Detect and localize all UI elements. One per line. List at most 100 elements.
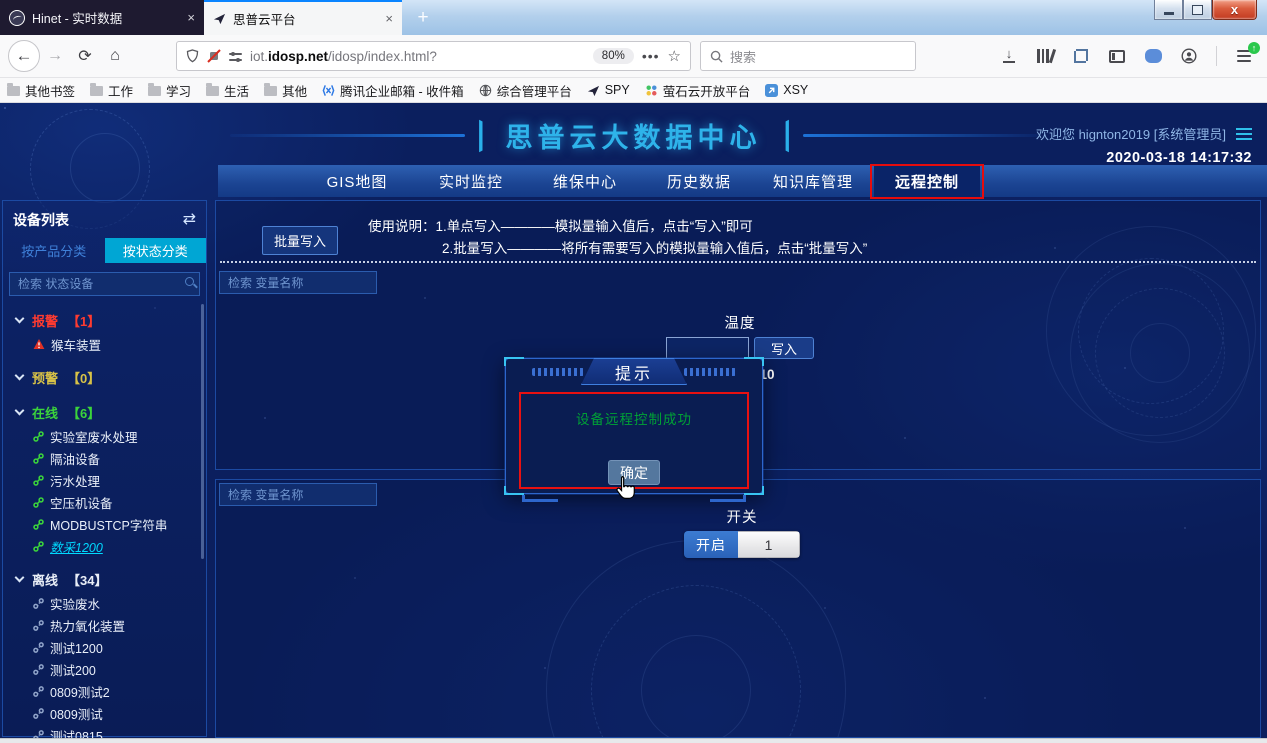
device-item[interactable]: 热力氧化装置 (16, 614, 206, 636)
nav-tab-远程控制[interactable]: 远程控制 (874, 165, 980, 197)
bookmark-item[interactable]: 腾讯企业邮箱 - 收件箱 (322, 81, 464, 100)
device-item[interactable]: 空压机设备 (16, 491, 206, 513)
chat-icon[interactable] (1144, 47, 1162, 65)
device-item[interactable]: 测试1200 (16, 636, 206, 658)
switch-on-button[interactable]: 开启 (684, 531, 738, 558)
device-item[interactable]: 0809测试2 (16, 680, 206, 702)
ok-button[interactable]: 确定 (608, 460, 660, 485)
bookmark-star-icon[interactable]: ☆ (668, 47, 681, 65)
dialog-title: 提示 (581, 358, 687, 385)
forward-button[interactable]: → (40, 41, 70, 71)
bookmark-item[interactable]: 综合管理平台 (479, 81, 572, 100)
device-item[interactable]: 实验室废水处理 (16, 425, 206, 447)
dialog-corner (744, 357, 764, 366)
device-item[interactable]: 隔油设备 (16, 447, 206, 469)
bookmark-item[interactable]: SPY (587, 83, 630, 97)
hamburger-menu-icon[interactable]: ↑ (1235, 47, 1253, 65)
new-tab-button[interactable]: + (410, 5, 436, 31)
device-search-input[interactable] (9, 272, 200, 296)
device-item[interactable]: MODBUSTCP字符串 (16, 513, 206, 535)
device-item[interactable]: 猴车装置 (16, 333, 206, 355)
nav-tab-实时监控[interactable]: 实时监控 (418, 165, 524, 197)
minimize-button[interactable] (1154, 0, 1183, 20)
folder-icon (90, 84, 103, 96)
device-item[interactable]: 测试200 (16, 658, 206, 680)
nav-tab-维保中心[interactable]: 维保中心 (532, 165, 638, 197)
permissions-icon[interactable] (229, 51, 242, 62)
switch-value: 1 (738, 531, 800, 558)
device-group-header[interactable]: 在线【6】 (16, 400, 206, 425)
sidebar-tabs: 按产品分类按状态分类 (3, 238, 206, 263)
sidebar-tab[interactable]: 按状态分类 (105, 238, 207, 263)
device-item[interactable]: 数采1200 (16, 535, 206, 557)
device-group-header[interactable]: 报警【1】 (16, 308, 206, 333)
bookmark-item[interactable]: 其他 (264, 81, 307, 100)
browser-tab-sipu[interactable]: 思普云平台 × (204, 0, 402, 35)
chevron-down-icon (15, 406, 25, 416)
device-group-header[interactable]: 离线【34】 (16, 567, 206, 592)
bookmark-item[interactable]: 其他书签 (7, 81, 75, 100)
tab-title: 思普云平台 (233, 9, 296, 28)
bookmarks-bar: 其他书签工作学习 生活其他腾讯企业邮箱 - 收件箱综合管理平台 SPY 萤石云开放平台… (0, 78, 1267, 103)
device-name: 0809测试 (50, 704, 103, 723)
decor-circle (1046, 226, 1256, 436)
device-item[interactable]: 污水处理 (16, 469, 206, 491)
bookmark-item[interactable]: 萤石云开放平台 (645, 81, 751, 100)
variable-search-input[interactable] (219, 483, 377, 506)
blocked-plugin-icon[interactable] (207, 49, 221, 63)
bookmark-item[interactable]: 生活 (206, 81, 249, 100)
main-nav: GIS地图实时监控维保中心历史数据知识库管理远程控制 (218, 165, 1267, 197)
tab-close-icon[interactable]: × (385, 11, 393, 26)
bottom-edge (0, 738, 1267, 743)
close-button[interactable]: x (1212, 0, 1257, 20)
decor-bracket-right (778, 119, 789, 152)
welcome-text: 欢迎您 hignton2019 [系统管理员] (1036, 124, 1226, 143)
downloads-icon[interactable]: ↓ (1000, 47, 1018, 65)
instruction-line2: 2.批量写入————将所有需要写入的模拟量输入值后，点击“批量写入” (368, 238, 867, 260)
home-button[interactable]: ⌂ (100, 41, 130, 71)
device-group-header[interactable]: 预警【0】 (16, 365, 206, 390)
zoom-level-badge[interactable]: 80% (593, 48, 634, 64)
nav-tab-知识库管理[interactable]: 知识库管理 (760, 165, 866, 197)
reload-button[interactable]: ⟳ (70, 41, 100, 71)
url-bar[interactable]: iot.idosp.net/idosp/index.html? 80% ••• … (176, 41, 691, 71)
account-icon[interactable] (1180, 47, 1198, 65)
variable-search-input[interactable] (219, 271, 377, 294)
sidebar-scrollbar[interactable] (201, 304, 204, 559)
bookmark-item[interactable]: 学习 (148, 81, 191, 100)
page-content: 思普云大数据中心 欢迎您 hignton2019 [系统管理员] 2020-03… (0, 103, 1267, 738)
write-button[interactable]: 写入 (754, 337, 814, 359)
search-placeholder: 搜索 (730, 47, 756, 66)
device-item[interactable]: 测试0815 (16, 724, 206, 738)
page-actions-icon[interactable]: ••• (642, 48, 660, 64)
temperature-label: 温度 (666, 312, 814, 333)
sidebar-tab[interactable]: 按产品分类 (3, 238, 105, 263)
nav-tab-历史数据[interactable]: 历史数据 (646, 165, 752, 197)
nav-tab-GIS地图[interactable]: GIS地图 (304, 165, 410, 197)
swap-icon[interactable]: ⇄ (183, 212, 196, 228)
device-item[interactable]: 实验废水 (16, 592, 206, 614)
back-button[interactable]: ← (8, 40, 40, 72)
folder-icon (264, 84, 277, 96)
switch-write-panel: 开关 开启 1 (215, 479, 1261, 738)
bookmark-item[interactable]: XSY (765, 83, 808, 97)
variable-search[interactable] (219, 271, 377, 294)
device-item[interactable]: 0809测试 (16, 702, 206, 724)
list-menu-icon[interactable] (1236, 128, 1252, 140)
restore-button[interactable] (1183, 0, 1212, 20)
sidebar-toggle-icon[interactable] (1108, 47, 1126, 65)
browser-toolbar: ← → ⟳ ⌂ iot.idosp.net/idosp/index.html? … (0, 35, 1267, 78)
temperature-input[interactable] (666, 337, 749, 359)
variable-search[interactable] (219, 483, 377, 506)
library-icon[interactable] (1036, 47, 1054, 65)
bookmark-item[interactable]: 工作 (90, 81, 133, 100)
group-label: 预警 (32, 368, 58, 387)
bookmark-label: 生活 (224, 81, 249, 100)
device-search[interactable] (9, 272, 200, 296)
batch-write-button[interactable]: 批量写入 (262, 226, 338, 255)
device-name: 热力氧化装置 (50, 616, 125, 635)
search-bar[interactable]: 搜索 (700, 41, 916, 71)
screenshot-icon[interactable] (1072, 47, 1090, 65)
tab-close-icon[interactable]: × (187, 10, 195, 25)
browser-tab-hinet[interactable]: Hinet - 实时数据 × (0, 0, 204, 35)
